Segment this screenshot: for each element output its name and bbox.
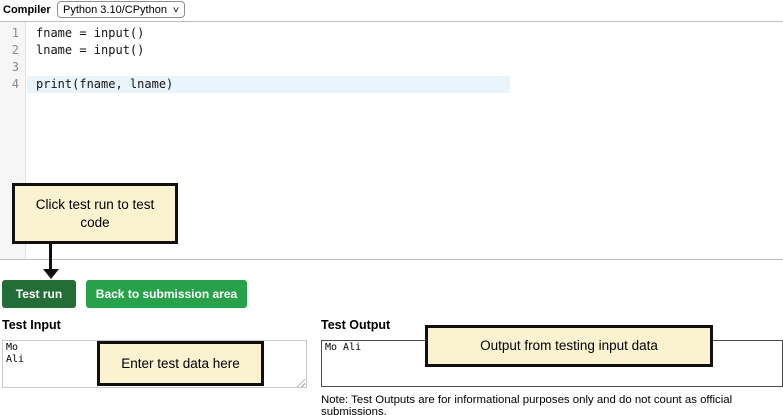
compiler-label: Compiler bbox=[3, 4, 51, 16]
annotation-output-hint: Output from testing input data bbox=[425, 325, 713, 367]
back-to-submission-button[interactable]: Back to submission area bbox=[86, 280, 247, 308]
code-line[interactable]: 1 fname = input() bbox=[0, 25, 783, 42]
annotation-arrowhead-icon bbox=[43, 269, 59, 279]
test-run-button[interactable]: Test run bbox=[2, 280, 76, 308]
chevron-down-icon: ∨ bbox=[172, 5, 180, 14]
annotation-output-hint-text: Output from testing input data bbox=[480, 337, 658, 355]
code-line[interactable]: 4 print(fname, lname) bbox=[0, 76, 783, 93]
test-output-heading: Test Output bbox=[321, 318, 390, 332]
line-number: 4 bbox=[0, 76, 19, 93]
code-text: fname = input() bbox=[36, 25, 144, 42]
line-number: 1 bbox=[0, 25, 19, 42]
annotation-run-hint: Click test run to test code bbox=[12, 183, 178, 244]
code-line[interactable]: 2 lname = input() bbox=[0, 42, 783, 59]
code-text: lname = input() bbox=[36, 42, 144, 59]
code-lines: 1 fname = input() 2 lname = input() 34 print(… bbox=[0, 25, 783, 93]
test-input-heading: Test Input bbox=[2, 318, 61, 332]
code-line[interactable]: 3 bbox=[0, 59, 783, 76]
compiler-select[interactable]: Python 3.10/CPython ∨ bbox=[57, 1, 185, 18]
compiler-selected-option: Python 3.10/CPython bbox=[63, 4, 167, 16]
line-number: 2 bbox=[0, 42, 19, 59]
page: Compiler Python 3.10/CPython ∨ 1 fname = … bbox=[0, 0, 783, 415]
code-text: print(fname, lname) bbox=[36, 76, 173, 93]
annotation-input-hint: Enter test data here bbox=[97, 341, 264, 386]
test-output-note: Note: Test Outputs are for informational… bbox=[321, 394, 783, 415]
annotation-input-hint-text: Enter test data here bbox=[121, 355, 240, 373]
annotation-run-hint-text: Click test run to test code bbox=[21, 196, 169, 231]
line-number: 3 bbox=[0, 59, 19, 76]
annotation-arrow bbox=[49, 243, 52, 271]
